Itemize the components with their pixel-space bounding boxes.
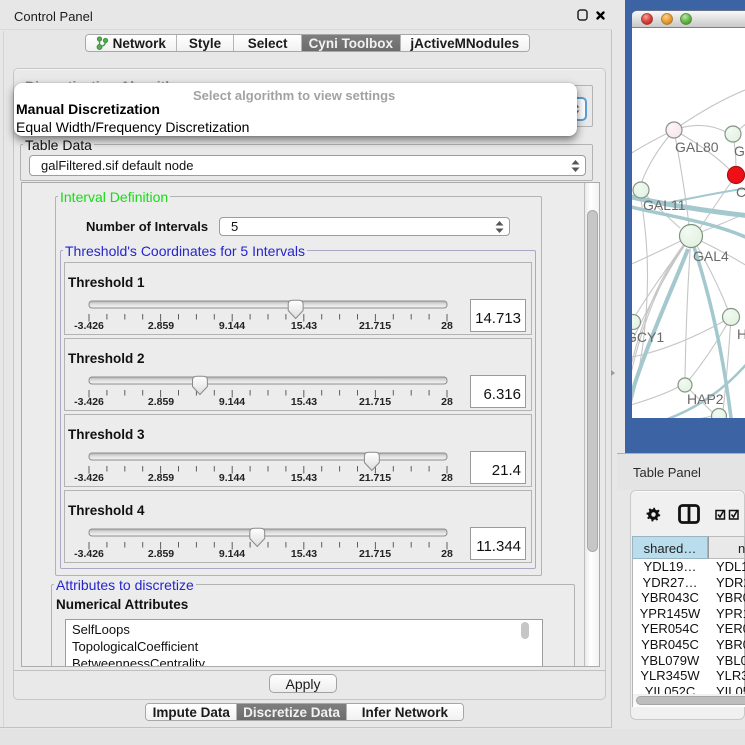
svg-text:C: C xyxy=(736,184,745,200)
svg-text:GCY1: GCY1 xyxy=(632,329,664,345)
svg-text:GAL80: GAL80 xyxy=(675,139,719,155)
svg-text:H: H xyxy=(737,326,745,342)
svg-text:GA: GA xyxy=(734,143,745,159)
svg-text:GAL11: GAL11 xyxy=(643,197,686,213)
svg-text:GAL4: GAL4 xyxy=(693,248,729,264)
svg-text:HAP2: HAP2 xyxy=(687,391,724,407)
